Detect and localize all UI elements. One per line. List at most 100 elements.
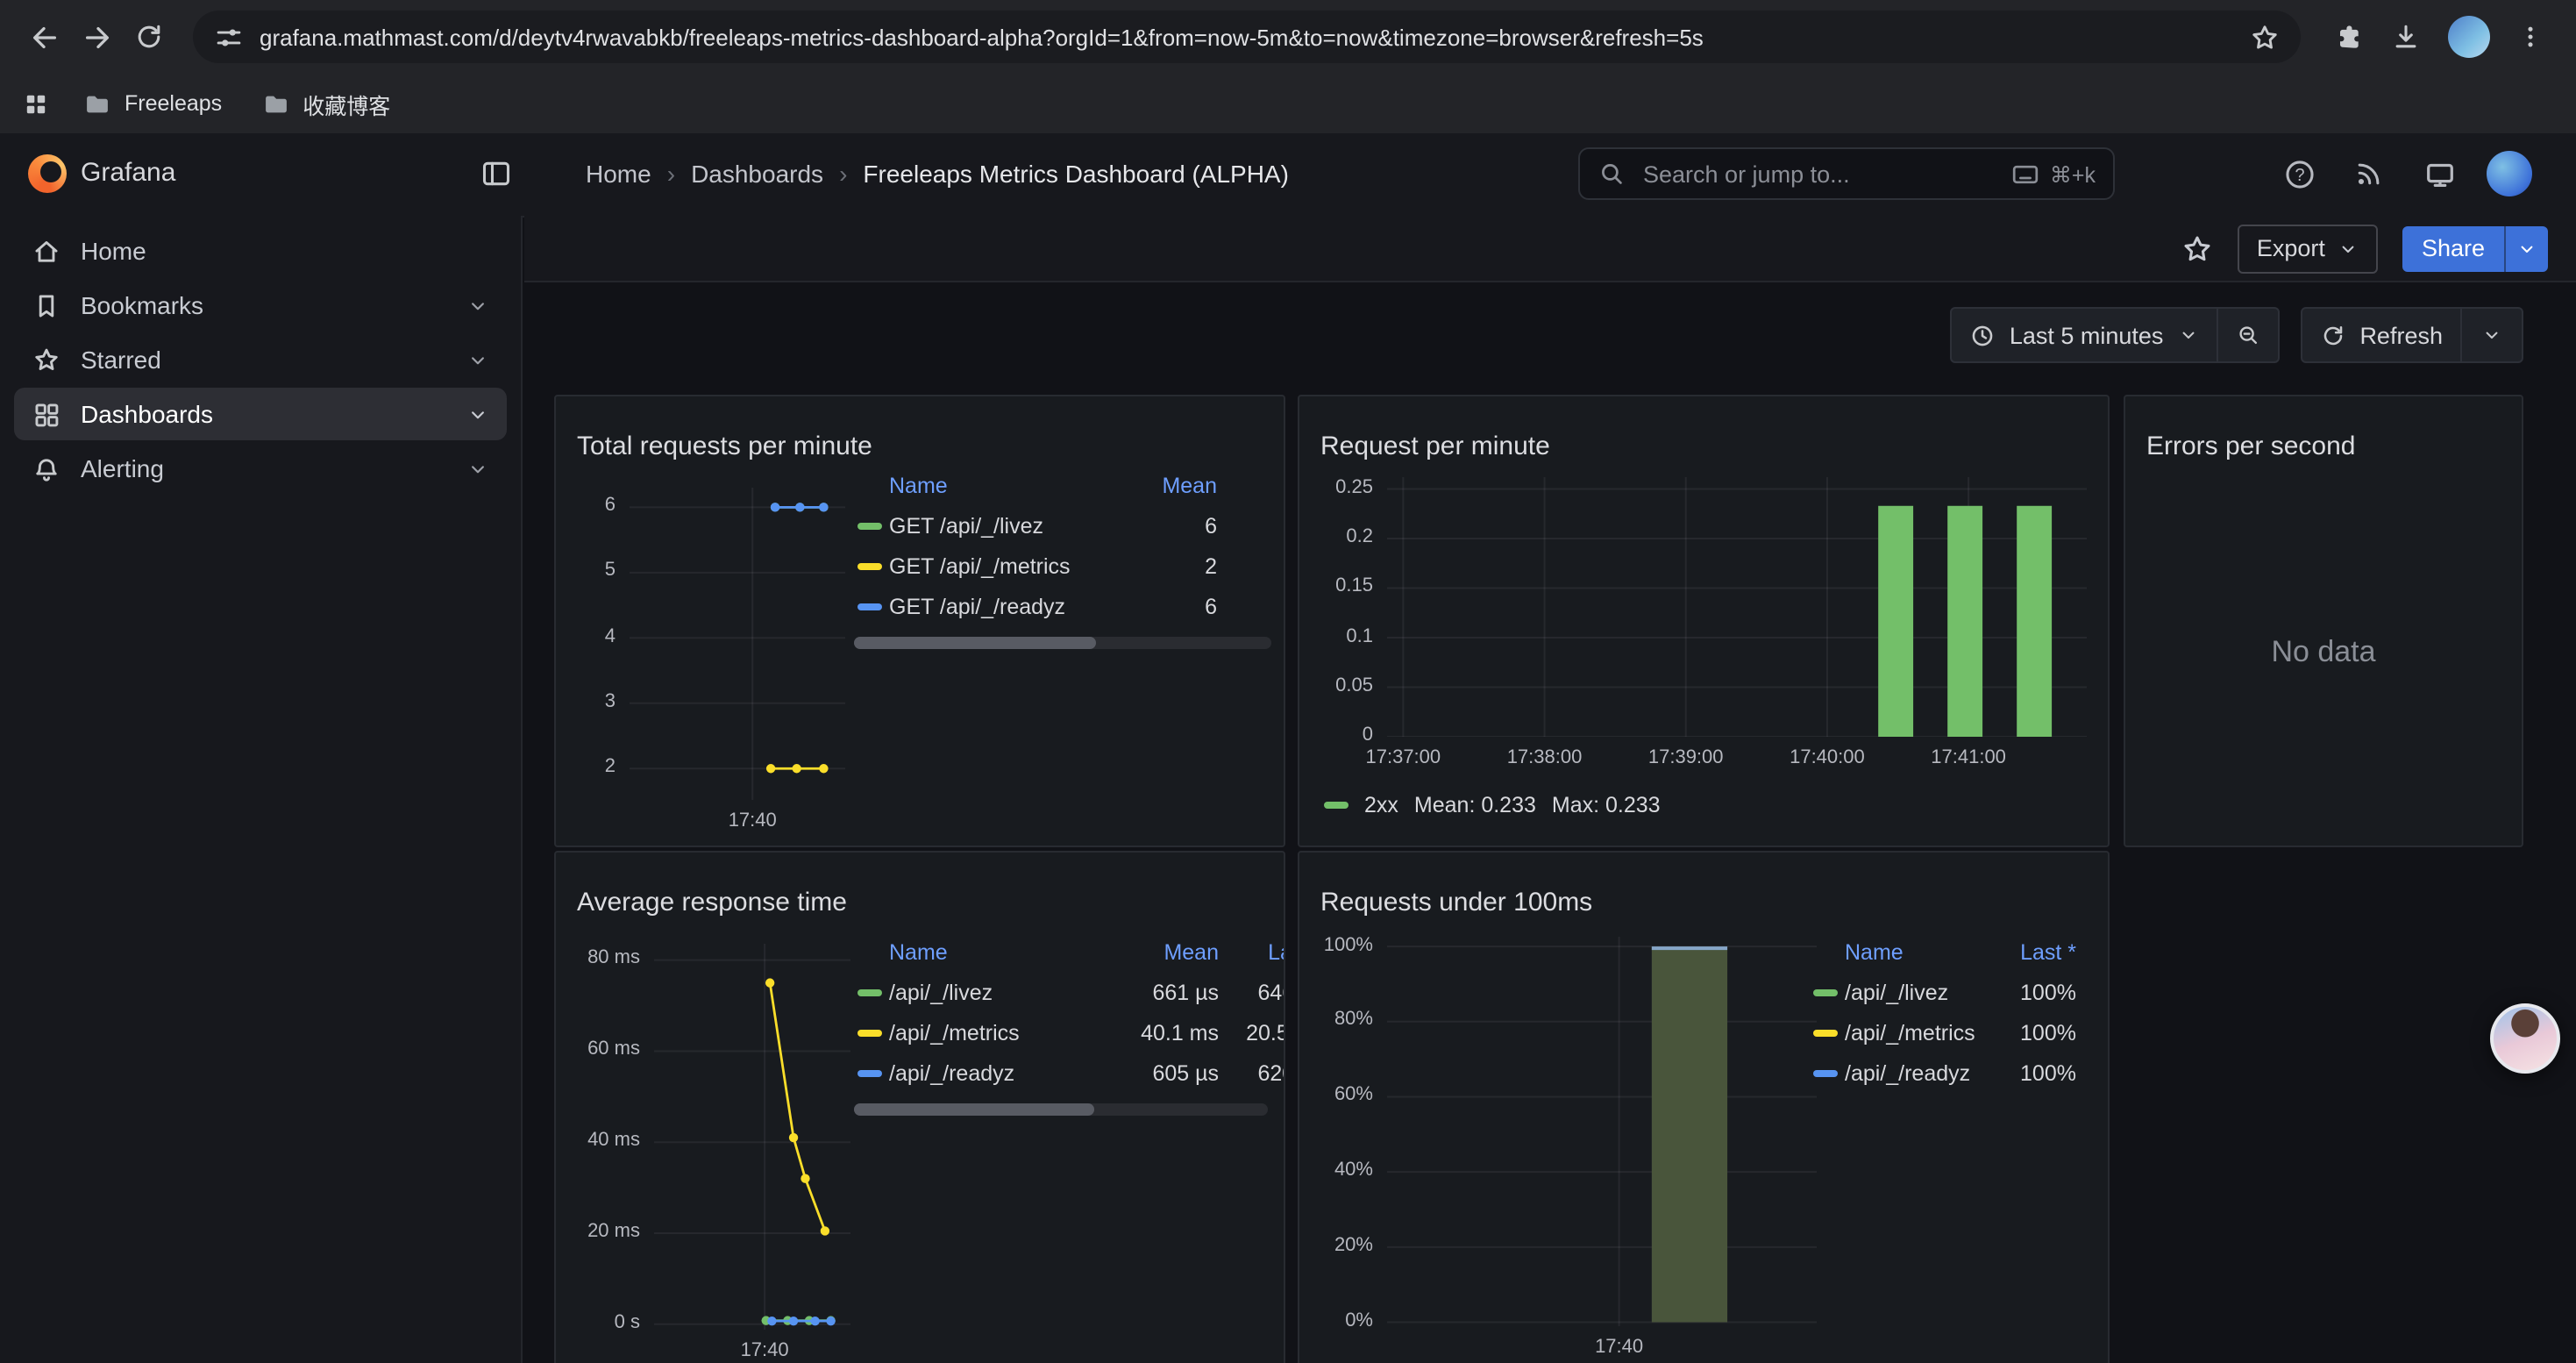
legend-table: NameMeanLast * /api/_/livez661 µs646 µs/a… [857,933,1285,1093]
sidebar-item-dashboards[interactable]: Dashboards [14,388,507,440]
series-name[interactable]: GET /api/_/readyz [889,594,1115,618]
browser-profile-avatar[interactable] [2448,16,2490,58]
legend-column-name[interactable]: Name [889,940,1114,965]
legend-column-mean[interactable]: Mean [1115,474,1217,498]
plot-area[interactable] [1387,937,1817,1326]
y-axis-label: 40% [1299,1160,1373,1181]
rss-icon [2353,158,2385,189]
plot-area[interactable] [654,944,850,1330]
sidebar-item-home[interactable]: Home [14,225,507,277]
share-button[interactable]: Share [2402,225,2504,271]
legend-column-mean[interactable]: Mean [1114,940,1219,965]
dock-sidebar-icon [480,158,512,189]
panel-title[interactable]: Errors per second [2146,432,2355,462]
breadcrumb-dashboards[interactable]: Dashboards [691,160,823,188]
series-name[interactable]: /api/_/metrics [889,1020,1114,1045]
series-color-dash [857,522,882,529]
legend-scrollbar[interactable] [854,637,1271,649]
news-button[interactable] [2353,158,2385,189]
refresh-interval-button[interactable] [2462,309,2522,361]
plot-area[interactable] [630,488,845,800]
legend-item[interactable]: /api/_/metrics100% [1813,1012,2076,1053]
series-name[interactable]: 2xx [1364,793,1398,817]
series-name[interactable]: /api/_/livez [1845,980,1985,1004]
chevron-down-icon [466,348,489,371]
sidebar-item-alerting[interactable]: Alerting [14,442,507,495]
legend-item[interactable]: /api/_/readyz100% [1813,1053,2076,1093]
legend-item[interactable]: /api/_/metrics40.1 ms20.5 ms [857,1012,1285,1053]
favorite-star-icon[interactable] [2181,232,2213,264]
export-button[interactable]: Export [2238,224,2378,273]
bookmark-star-icon[interactable] [2250,22,2280,52]
bookmark-item-blog[interactable]: 收藏博客 [253,82,397,125]
panel-requests-under-100ms[interactable]: Requests under 100ms 100%80%60%40%20%0%1… [1298,851,2110,1363]
legend-item[interactable]: /api/_/readyz605 µs620 µs [857,1053,1285,1093]
legend-item[interactable]: GET /api/_/metrics2 [857,546,1217,586]
scrollbar-thumb[interactable] [854,637,1096,649]
back-button[interactable] [18,11,70,63]
forward-button[interactable] [70,11,123,63]
search-input[interactable] [1640,159,1997,189]
x-axis-label: 17:40 [673,810,831,831]
url-bar[interactable]: grafana.mathmast.com/d/deytv4rwavabkb/fr… [193,11,2301,63]
zoom-out-button[interactable] [2217,309,2277,361]
time-range-picker[interactable]: Last 5 minutes [1952,309,2217,361]
legend-column-last[interactable]: Last * [1219,940,1285,965]
assistant-avatar-button[interactable] [2490,1003,2560,1074]
share-menu-button[interactable] [2504,225,2548,271]
series-name[interactable]: /api/_/readyz [1845,1060,1985,1085]
scrollbar-th umb[interactable] [854,1103,1094,1116]
sidebar-toggle-button[interactable] [480,158,512,189]
series-value: 6 [1115,594,1217,618]
breadcrumb-home[interactable]: Home [586,160,651,188]
legend-column-name[interactable]: Name [889,474,1115,498]
search-box[interactable]: ⌘+k [1578,147,2115,200]
legend-scrollbar[interactable] [854,1103,1268,1116]
series-name[interactable]: GET /api/_/livez [889,513,1115,538]
refresh-button[interactable]: Refresh [2302,309,2460,361]
series-name[interactable]: GET /api/_/metrics [889,553,1115,578]
plot-area[interactable] [1387,477,2087,737]
help-icon: ? [2283,158,2316,191]
bookmark-item-freeleaps[interactable]: Freeleaps [75,83,229,124]
browser-menu-icon[interactable] [2516,23,2544,51]
reload-button[interactable] [123,11,175,63]
legend-item[interactable]: GET /api/_/livez6 [857,505,1217,546]
sidebar-item-starred[interactable]: Starred [14,333,507,386]
series-name[interactable]: /api/_/metrics [1845,1020,1985,1045]
panel-request-per-minute[interactable]: Request per minute 00.050.10.150.20.2517… [1298,395,2110,847]
sidebar-item-label: Starred [81,346,161,374]
panel-total-requests-per-minute[interactable]: Total requests per minute 6543217:40 Nam… [554,395,1285,847]
legend-item[interactable]: /api/_/livez100% [1813,972,2076,1012]
site-info-icon[interactable] [214,22,244,52]
series-color-dash [857,1029,882,1036]
sidebar-item-bookmarks[interactable]: Bookmarks [14,279,507,332]
legend-item[interactable]: /api/_/livez661 µs646 µs [857,972,1285,1012]
legend-header: NameLast * [1813,933,2076,972]
series-color-dash [857,562,882,569]
apps-grid-icon[interactable] [21,89,51,118]
legend-item[interactable]: GET /api/_/readyz6 [857,586,1217,626]
folder-icon [82,89,112,118]
dashboard-actionbar: Export Share [524,216,2576,282]
grafana-logo[interactable] [28,154,67,193]
legend-column-last[interactable]: Last * [1985,940,2076,965]
download-icon[interactable] [2390,21,2422,53]
series-name[interactable]: /api/_/livez [889,980,1114,1004]
bell-icon [32,453,61,483]
panel-average-response-time[interactable]: Average response time 80 ms60 ms40 ms20 … [554,851,1285,1363]
legend-column-name[interactable]: Name [1845,940,1985,965]
display-button[interactable] [2423,158,2457,191]
legend-inline[interactable]: 2xxMean: 0.233Max: 0.233 [1324,793,1661,817]
legend-header: NameMean [857,467,1217,505]
y-axis-label: 0.1 [1299,625,1373,646]
extensions-icon[interactable] [2332,21,2364,53]
time-picker-group: Last 5 minutes [1950,307,2280,363]
series-name[interactable]: /api/_/readyz [889,1060,1114,1085]
help-button[interactable]: ? [2283,158,2316,191]
star-icon [32,345,61,375]
series-stat: Max: 0.233 [1552,793,1661,817]
panel-errors-per-second[interactable]: Errors per second No data [2124,395,2523,847]
url-text[interactable]: grafana.mathmast.com/d/deytv4rwavabkb/fr… [260,24,2250,50]
grafana-user-avatar[interactable] [2487,151,2532,196]
